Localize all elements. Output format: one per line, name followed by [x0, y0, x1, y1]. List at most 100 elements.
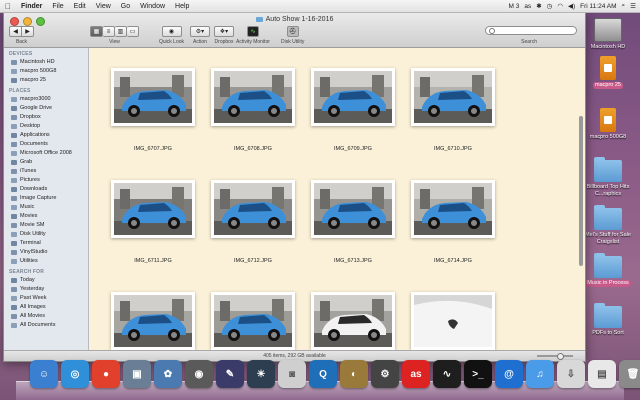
quicktime-icon[interactable]: Q — [309, 360, 337, 388]
notification-center-icon[interactable]: ☰ — [630, 2, 636, 10]
sidebar-item[interactable]: Microsoft Office 2008 — [4, 149, 88, 158]
status-menu-text[interactable]: M 3 — [508, 3, 519, 10]
file-thumbnail[interactable] — [111, 180, 195, 238]
menu-go[interactable]: Go — [116, 3, 135, 10]
preview-icon[interactable]: ▣ — [123, 360, 151, 388]
sidebar-item[interactable]: Past Week — [4, 294, 88, 303]
menu-edit[interactable]: Edit — [69, 3, 91, 10]
file-thumbnail[interactable] — [311, 292, 395, 350]
column-view-button[interactable]: ▥ — [115, 26, 127, 37]
file-item[interactable]: IMG_6710.JPG — [403, 68, 503, 180]
downloads-stack-icon[interactable]: ⇩ — [557, 360, 585, 388]
sidebar-item[interactable]: Utilities — [4, 257, 88, 266]
sidebar-item[interactable]: VinylStudio — [4, 248, 88, 257]
menu-view[interactable]: View — [91, 3, 116, 10]
lastfm-menu-icon[interactable]: as — [524, 3, 531, 10]
sidebar-item[interactable]: macpro 500G8 — [4, 67, 88, 76]
dropbox-button[interactable]: ❖▾ — [214, 26, 234, 37]
trash-icon[interactable]: 🗑 — [619, 360, 640, 388]
sidebar-item[interactable]: Pictures — [4, 176, 88, 185]
coverflow-view-button[interactable]: ▭ — [127, 26, 139, 37]
sidebar-item[interactable]: All Documents — [4, 321, 88, 330]
file-thumbnail[interactable] — [311, 68, 395, 126]
sidebar-item[interactable]: Movie SM — [4, 221, 88, 230]
file-item[interactable] — [403, 292, 503, 351]
documents-stack-icon[interactable]: ▤ — [588, 360, 616, 388]
activity-monitor-icon[interactable]: ∿ — [433, 360, 461, 388]
sidebar-item[interactable]: macpro3000 — [4, 95, 88, 104]
time-machine-icon[interactable]: ◷ — [547, 2, 553, 10]
terminal-icon[interactable]: >_ — [464, 360, 492, 388]
menu-help[interactable]: Help — [170, 3, 194, 10]
forward-button[interactable]: ▶ — [22, 26, 34, 37]
iphoto-camera-icon[interactable]: ◉ — [185, 360, 213, 388]
file-thumbnail[interactable] — [111, 292, 195, 350]
sidebar-item[interactable]: iTunes — [4, 167, 88, 176]
apple-menu-icon[interactable]:  — [0, 2, 16, 11]
menu-window[interactable]: Window — [135, 3, 170, 10]
menu-file[interactable]: File — [47, 3, 68, 10]
iphoto-icon[interactable]: ✿ — [154, 360, 182, 388]
icon-size-slider[interactable] — [537, 353, 573, 360]
sidebar-item[interactable]: Downloads — [4, 185, 88, 194]
file-thumbnail[interactable] — [311, 180, 395, 238]
file-icon-view[interactable]: IMG_6707.JPG IMG_6708.JPG IMG_6709.JPG I… — [89, 48, 585, 351]
file-item[interactable] — [303, 292, 403, 351]
file-item[interactable]: IMG_6713.JPG — [303, 180, 403, 292]
icon-view-button[interactable]: ▦ — [90, 26, 103, 37]
sidebar-item[interactable]: Applications — [4, 131, 88, 140]
aperture-icon[interactable]: ☀ — [247, 360, 275, 388]
sidebar-item[interactable]: Image Capture — [4, 194, 88, 203]
sidebar-item[interactable]: Yesterday — [4, 285, 88, 294]
sidebar-item[interactable]: All Images — [4, 303, 88, 312]
bluetooth-icon[interactable]: ✱ — [536, 2, 541, 10]
screenshot-icon[interactable]: ◙ — [278, 360, 306, 388]
action-button[interactable]: ⚙▾ — [190, 26, 210, 37]
activity-monitor-button[interactable]: ∿ — [246, 26, 259, 37]
sidebar-item[interactable]: Desktop — [4, 122, 88, 131]
sidebar-item[interactable]: Terminal — [4, 239, 88, 248]
chrome-icon[interactable]: ● — [92, 360, 120, 388]
sidebar-item[interactable]: Documents — [4, 140, 88, 149]
volume-icon[interactable]: ◀) — [568, 2, 575, 10]
file-thumbnail[interactable] — [411, 292, 495, 350]
file-thumbnail[interactable] — [211, 292, 295, 350]
file-thumbnail[interactable] — [111, 68, 195, 126]
safari-icon[interactable]: ◎ — [61, 360, 89, 388]
disk-utility-button[interactable]: ⛑ — [286, 26, 299, 37]
file-thumbnail[interactable] — [411, 68, 495, 126]
scrollbar-thumb[interactable] — [579, 116, 583, 266]
sidebar-item[interactable]: Today — [4, 276, 88, 285]
quicklook-button[interactable]: ◉ — [161, 26, 182, 37]
search-field[interactable] — [485, 26, 577, 35]
sidebar-item[interactable]: All Movies — [4, 312, 88, 321]
file-thumbnail[interactable] — [211, 68, 295, 126]
sidebar-item[interactable]: Music — [4, 203, 88, 212]
file-item[interactable]: IMG_6711.JPG — [103, 180, 203, 292]
file-item[interactable]: IMG_6707.JPG — [103, 68, 203, 180]
itunes-icon[interactable]: ♫ — [526, 360, 554, 388]
sidebar-item[interactable]: Macintosh HD — [4, 58, 88, 67]
clock[interactable]: Fri 11:24 AM — [580, 3, 616, 10]
instruments-icon[interactable]: ✎ — [216, 360, 244, 388]
sidebar-item[interactable]: Movies — [4, 212, 88, 221]
file-item[interactable]: IMG_6712.JPG — [203, 180, 303, 292]
file-item[interactable]: IMG_6708.JPG — [203, 68, 303, 180]
sidebar-item[interactable]: Grab — [4, 158, 88, 167]
app-store-icon[interactable]: @ — [495, 360, 523, 388]
file-item[interactable]: IMG_6709.JPG — [303, 68, 403, 180]
file-thumbnail[interactable] — [211, 180, 295, 238]
sidebar-item[interactable]: macpro 25 — [4, 76, 88, 85]
list-view-button[interactable]: ≡ — [103, 26, 115, 37]
sidebar-item[interactable]: Disk Utility — [4, 230, 88, 239]
vertical-scrollbar[interactable] — [579, 56, 583, 343]
file-item[interactable]: IMG_6714.JPG — [403, 180, 503, 292]
compressor-icon[interactable]: ⚙ — [371, 360, 399, 388]
lastfm-icon[interactable]: as — [402, 360, 430, 388]
back-button[interactable]: ◀ — [9, 26, 22, 37]
sidebar-item[interactable]: Dropbox — [4, 113, 88, 122]
menu-app-name[interactable]: Finder — [16, 3, 47, 10]
wifi-icon[interactable]: ◠ — [557, 2, 563, 10]
spotlight-icon[interactable]: ⌕ — [622, 2, 626, 10]
file-item[interactable] — [103, 292, 203, 351]
